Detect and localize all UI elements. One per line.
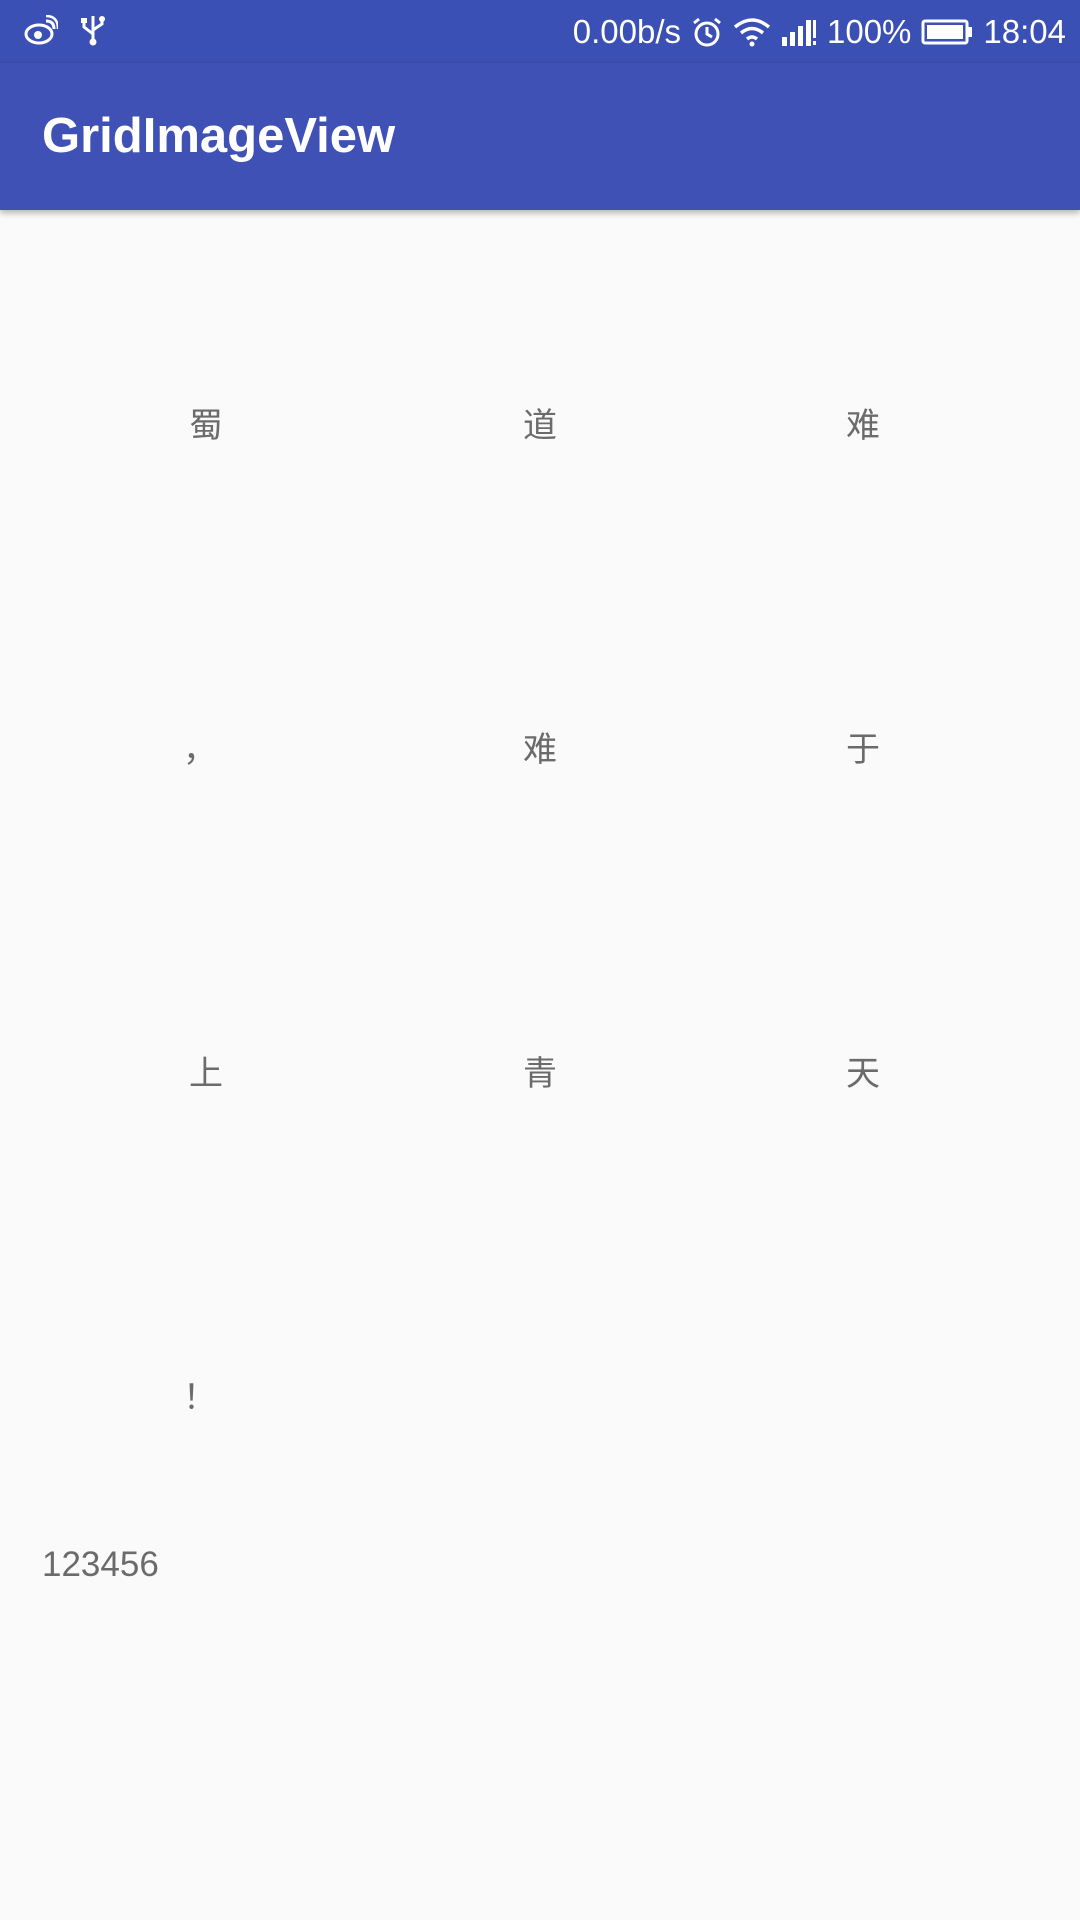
network-speed: 0.00b/s (572, 12, 681, 50)
clock-time: 18:04 (983, 12, 1066, 50)
grid-cell[interactable]: ！ (50, 1368, 350, 1428)
grid-cell[interactable]: 于 (713, 720, 1013, 780)
grid-cell[interactable]: 蜀 (56, 396, 356, 456)
battery-icon (921, 18, 973, 46)
footer-text: 123456 (42, 1545, 159, 1584)
grid-cell[interactable]: 难 (390, 720, 690, 780)
alarm-icon (691, 16, 723, 48)
usb-icon (80, 14, 106, 46)
grid-cell[interactable]: 道 (390, 396, 690, 456)
status-bar: 0.00b/s 100% 18:04 (0, 0, 1080, 63)
signal-icon (781, 17, 817, 47)
app-bar: GridImageView (0, 63, 1080, 210)
app-title: GridImageView (42, 109, 396, 163)
battery-percent: 100% (827, 12, 912, 50)
grid-cell[interactable]: 难 (713, 396, 1013, 456)
grid-cell[interactable]: 天 (713, 1044, 1013, 1104)
grid-cell[interactable]: 青 (390, 1044, 690, 1104)
wifi-icon (733, 17, 771, 47)
grid-cell[interactable]: ， (50, 720, 350, 780)
weibo-icon (24, 15, 58, 45)
grid-cell[interactable]: 上 (56, 1044, 356, 1104)
